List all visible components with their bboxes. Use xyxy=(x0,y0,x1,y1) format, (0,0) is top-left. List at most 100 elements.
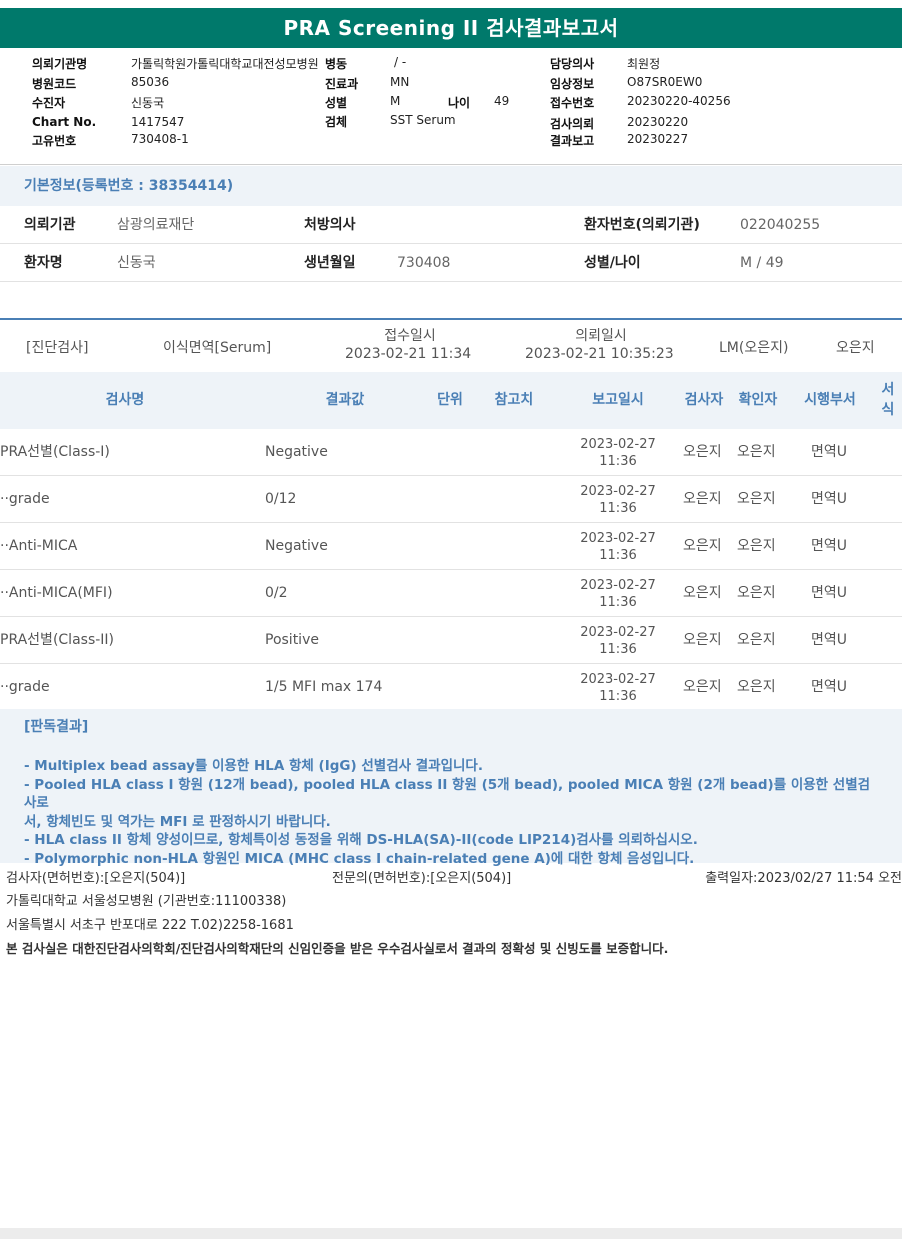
interpretation-line: 서, 항체빈도 및 역가는 MFI 로 판정하시기 바랍니다. xyxy=(24,813,331,830)
result-row: ··Anti-MICA(MFI) 0/2 2023-02-27 11:36 오은지 오은지… xyxy=(0,570,902,617)
header-value: 49 xyxy=(494,94,510,108)
interpretation-line: - Pooled HLA class I 항원 (12개 bead), pool… xyxy=(24,776,871,812)
patient-number-value: 022040255 xyxy=(740,217,821,233)
header-value: O87SR0EW0 xyxy=(627,75,703,89)
basic-info-row: 의뢰기관 삼광의료재단 처방의사 환자번호(의뢰기관) 022040255 xyxy=(0,206,902,244)
result-test-name: PRA선별(Class-I) xyxy=(0,444,110,460)
diagnosis-category: [진단검사] xyxy=(26,340,89,356)
result-confirmer: 오은지 xyxy=(737,632,776,648)
result-tester: 오은지 xyxy=(683,679,722,695)
result-value: 0/12 xyxy=(265,491,297,507)
result-tester: 오은지 xyxy=(683,585,722,601)
result-report-time: 11:36 xyxy=(599,595,637,610)
result-tester: 오은지 xyxy=(683,491,722,507)
result-row: ··grade 1/5 MFI max 174 2023-02-27 11:36 오은지… xyxy=(0,664,902,711)
patient-name-label: 환자명 xyxy=(24,255,63,271)
header-value: 신동국 xyxy=(131,96,165,110)
result-row: ··grade 0/12 2023-02-27 11:36 오은지 오은지 면역U xyxy=(0,476,902,523)
result-report-date: 2023-02-27 xyxy=(580,437,656,452)
interpretation-title: [판독결과] xyxy=(0,709,902,749)
diagnosis-test: 이식면역[Serum] xyxy=(163,340,272,356)
sex-age-value: M / 49 xyxy=(740,255,784,271)
birthdate-value: 730408 xyxy=(397,255,451,271)
institution-value: 삼광의료재단 xyxy=(117,217,195,233)
header-value: 730408-1 xyxy=(131,132,189,146)
hospital-address: 서울특별시 서초구 반포대로 222 T.02)2258-1681 xyxy=(6,918,294,933)
result-row: ··Anti-MICA Negative 2023-02-27 11:36 오은지 오은지… xyxy=(0,523,902,570)
header-label: 수진자 xyxy=(32,96,66,110)
sex-age-label: 성별/나이 xyxy=(584,255,641,271)
result-report-date: 2023-02-27 xyxy=(580,531,656,546)
lm-person: LM(오은지) xyxy=(719,340,789,356)
requested-label: 의뢰일시 xyxy=(575,328,627,344)
header-value: 20230220-40256 xyxy=(627,94,731,108)
result-value: Negative xyxy=(265,444,328,460)
header-label: 임상정보 xyxy=(550,77,595,91)
header-value: MN xyxy=(390,75,410,89)
result-value: 1/5 MFI max 174 xyxy=(265,679,383,695)
header-label: 성별 xyxy=(325,96,348,110)
bottom-band xyxy=(0,1228,902,1239)
header-value: 20230220 xyxy=(627,115,689,129)
tester-signature: 검사자(면허번호):[오은지(504)] xyxy=(6,871,186,886)
birthdate-label: 생년월일 xyxy=(304,255,356,271)
result-department: 면역U xyxy=(811,491,848,507)
result-row: PRA선별(Class-I) Negative 2023-02-27 11:36 오은지… xyxy=(0,429,902,476)
doctor-label: 처방의사 xyxy=(304,217,356,233)
header-label: 담당의사 xyxy=(550,57,595,71)
col-sign-1: 서 xyxy=(881,382,895,398)
result-report-time: 11:36 xyxy=(599,454,637,469)
result-value: 0/2 xyxy=(265,585,288,601)
col-unit: 단위 xyxy=(437,392,463,408)
result-value: Positive xyxy=(265,632,319,648)
interpretation-line: - HLA class II 항체 양성이므로, 항체특이성 동정을 위해 DS… xyxy=(24,832,698,848)
result-value: Negative xyxy=(265,538,328,554)
divider xyxy=(0,164,902,165)
col-tester: 검사자 xyxy=(684,392,724,408)
result-report-date: 2023-02-27 xyxy=(580,578,656,593)
header-value: 최원정 xyxy=(627,57,661,71)
result-report-date: 2023-02-27 xyxy=(580,625,656,640)
result-tester: 오은지 xyxy=(683,538,722,554)
result-row: PRA선별(Class-II) Positive 2023-02-27 11:36 오은… xyxy=(0,617,902,664)
received-value: 2023-02-21 11:34 xyxy=(345,346,472,362)
result-report-time: 11:36 xyxy=(599,642,637,657)
interpretation-line: - Polymorphic non-HLA 항원인 MICA (MHC clas… xyxy=(24,850,695,867)
header-label: 결과보고 xyxy=(550,134,595,148)
header-value: 85036 xyxy=(131,75,170,89)
header-value: SST Serum xyxy=(390,113,456,127)
header-label: 접수번호 xyxy=(550,96,595,110)
header-value: 가톨릭학원가톨릭대학교대전성모병원 xyxy=(131,57,319,71)
result-report-date: 2023-02-27 xyxy=(580,484,656,499)
result-confirmer: 오은지 xyxy=(737,444,776,460)
basic-info-title: 기본정보(등록번호 : 38354414) xyxy=(0,166,902,206)
col-report-datetime: 보고일시 xyxy=(592,392,644,408)
result-confirmer: 오은지 xyxy=(737,491,776,507)
result-tester: 오은지 xyxy=(683,632,722,648)
col-sign-2: 식 xyxy=(881,402,895,418)
result-report-time: 11:36 xyxy=(599,689,637,704)
header-label: 의뢰기관명 xyxy=(32,57,88,71)
responsible-person: 오은지 xyxy=(836,340,875,356)
requested-value: 2023-02-21 10:35:23 xyxy=(525,346,674,362)
result-department: 면역U xyxy=(811,679,848,695)
diagnosis-bar: [진단검사] 이식면역[Serum] 접수일시 2023-02-21 11:34… xyxy=(0,318,902,372)
print-datetime: 출력일자:2023/02/27 11:54 오전 xyxy=(705,871,902,886)
institution-label: 의뢰기관 xyxy=(24,217,76,233)
interpretation-body: - Multiplex bead assay를 이용한 HLA 항체 (IgG)… xyxy=(0,749,902,867)
hospital-name: 가톨릭대학교 서울성모병원 (기관번호:11100338) xyxy=(6,894,287,909)
col-result-value: 결과값 xyxy=(325,392,365,408)
result-tester: 오은지 xyxy=(683,444,722,460)
certification-statement: 본 검사실은 대한진단검사의학회/진단검사의학재단의 신임인증을 받은 우수검사… xyxy=(6,941,669,956)
col-confirmer: 확인자 xyxy=(738,392,778,408)
col-test-name: 검사명 xyxy=(105,392,145,408)
header-label: 진료과 xyxy=(325,77,359,91)
result-test-name: PRA선별(Class-II) xyxy=(0,632,115,648)
header-label: 나이 xyxy=(448,96,471,110)
result-report-time: 11:36 xyxy=(599,501,637,516)
header-label: Chart No. xyxy=(32,115,97,129)
col-department: 시행부서 xyxy=(804,392,856,408)
header-label: 고유번호 xyxy=(32,134,77,148)
header-label: 검사의뢰 xyxy=(550,117,595,131)
header-label: 검체 xyxy=(325,115,348,129)
